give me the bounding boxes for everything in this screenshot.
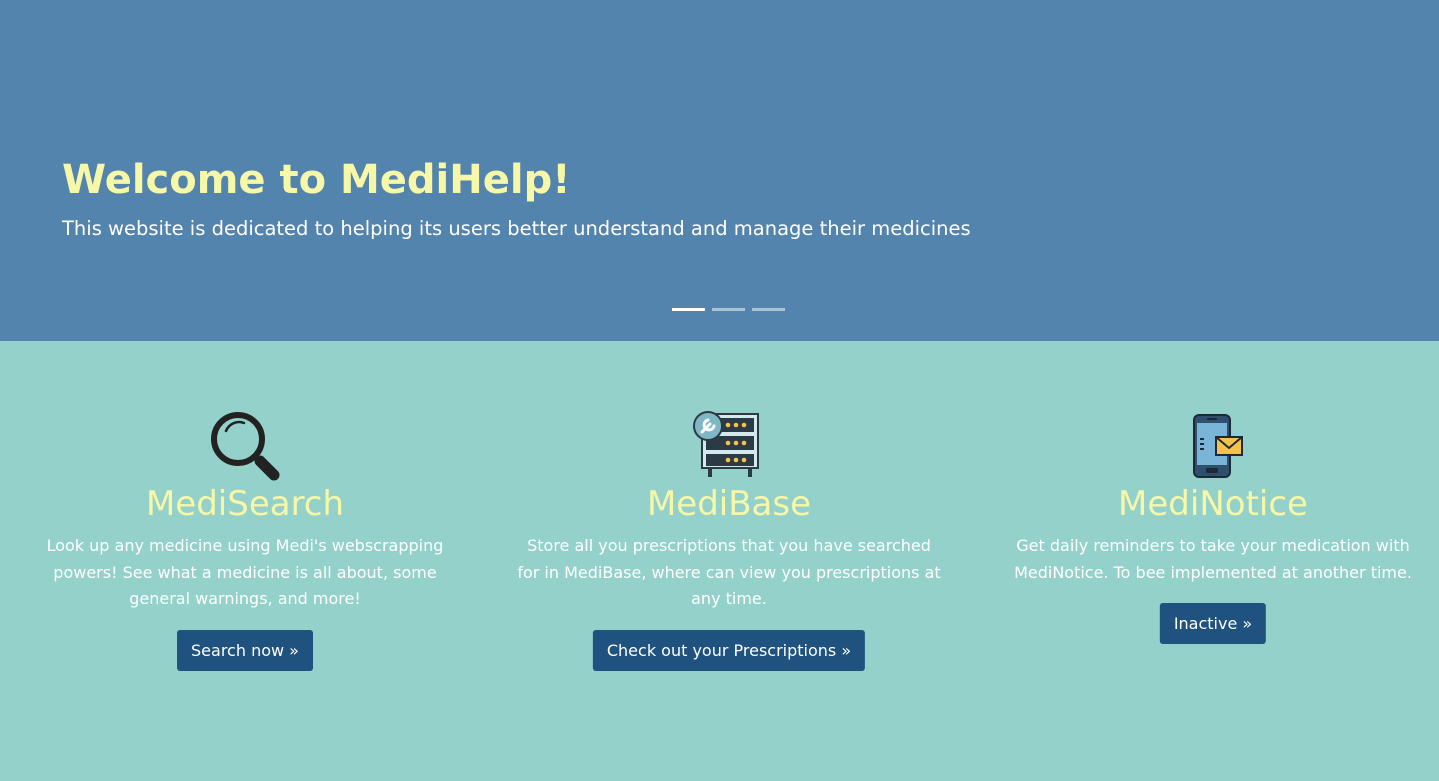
feature-description: Look up any medicine using Medi's webscr… [46,536,444,608]
database-server-icon [693,411,759,477]
magnifying-glass-icon [211,412,280,481]
feature-description: Get daily reminders to take your medicat… [1014,536,1412,582]
check-prescriptions-button[interactable]: Check out your Prescriptions » [592,630,866,671]
carousel-indicator-1[interactable] [672,308,705,311]
hero-title: Welcome to MediHelp! [62,157,571,203]
carousel-indicator-3[interactable] [752,308,785,311]
carousel-indicator-2[interactable] [712,308,745,311]
search-now-button[interactable]: Search now » [177,630,313,671]
feature-description: Store all you prescriptions that you hav… [517,536,941,608]
phone-notification-icon [1193,414,1243,478]
carousel-indicators [672,308,785,312]
feature-title: MediSearch [145,484,345,524]
hero-carousel: Welcome to MediHelp! This website is ded… [0,0,1439,341]
feature-title: MediNotice [1118,484,1308,524]
inactive-button[interactable]: Inactive » [1159,603,1267,644]
features-section: MediSearch Look up any medicine using Me… [0,341,1439,781]
feature-title: MediBase [646,484,812,524]
hero-subtitle: This website is dedicated to helping its… [62,217,971,240]
